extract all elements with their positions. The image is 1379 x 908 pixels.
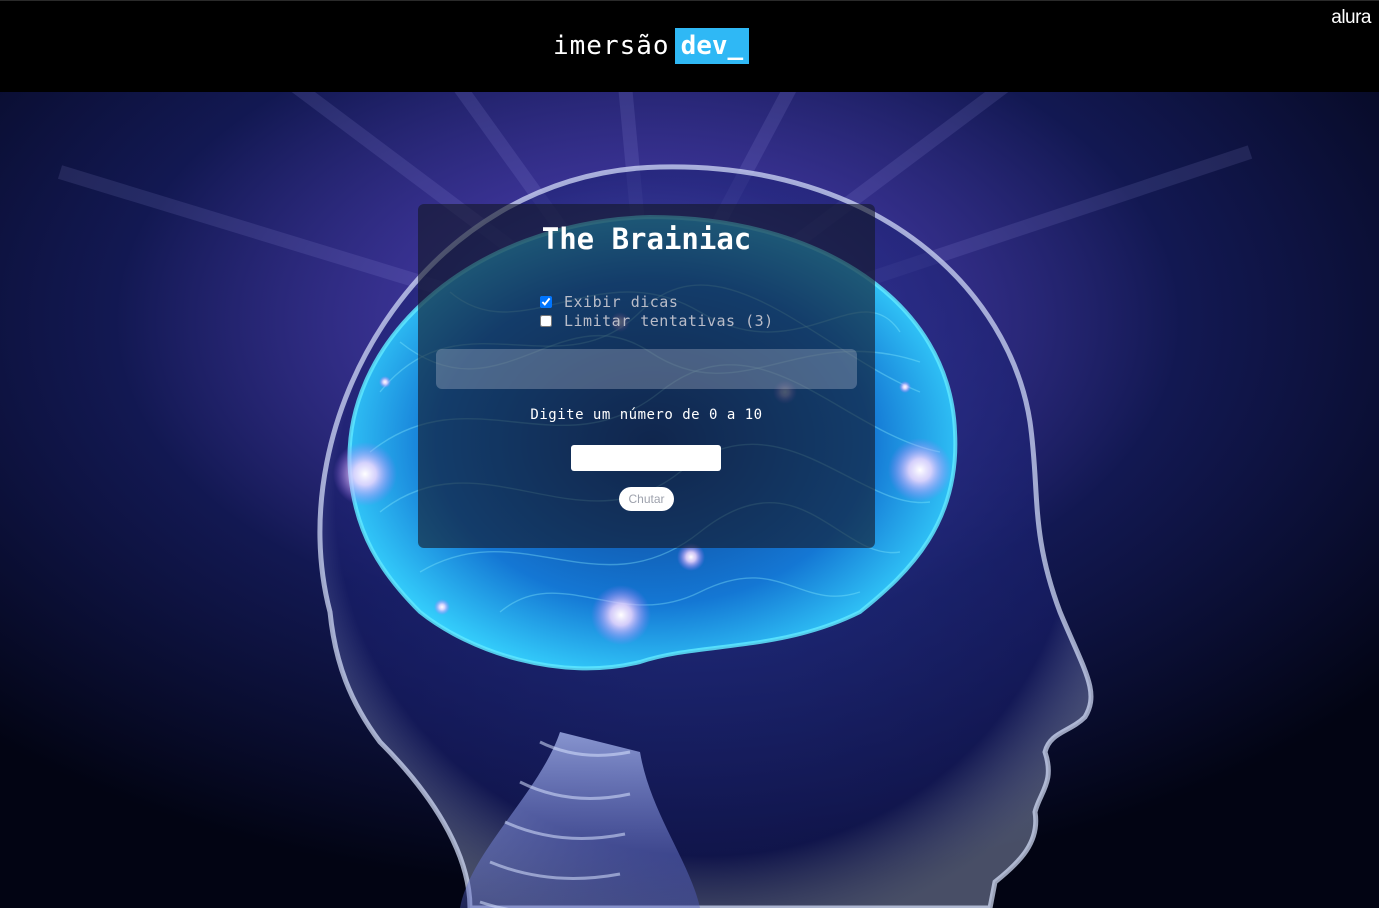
limitar-tentativas-checkbox[interactable] bbox=[540, 314, 552, 327]
hint-box bbox=[436, 349, 857, 389]
chutar-button[interactable]: Chutar bbox=[619, 487, 674, 511]
alura-logo: alura bbox=[1331, 7, 1371, 28]
logo-dev-badge: dev_ bbox=[674, 28, 750, 64]
options-group: Exibir dicas Limitar tentativas (3) bbox=[538, 292, 774, 330]
imersao-dev-logo: imersão dev_ bbox=[553, 28, 750, 64]
game-panel: The Brainiac Exibir dicas Limitar tentat… bbox=[418, 204, 875, 548]
exibir-dicas-checkbox[interactable] bbox=[540, 295, 552, 308]
option-label: Limitar tentativas (3) bbox=[564, 311, 774, 330]
option-limitar-tentativas[interactable]: Limitar tentativas (3) bbox=[538, 311, 774, 330]
top-bar: imersão dev_ alura bbox=[0, 0, 1379, 92]
guess-input[interactable] bbox=[571, 445, 721, 471]
game-title: The Brainiac bbox=[541, 222, 752, 256]
logo-word: imersão bbox=[553, 31, 670, 61]
guess-prompt: Digite um número de 0 a 10 bbox=[530, 407, 763, 423]
option-exibir-dicas[interactable]: Exibir dicas bbox=[538, 292, 774, 311]
option-label: Exibir dicas bbox=[564, 292, 679, 311]
